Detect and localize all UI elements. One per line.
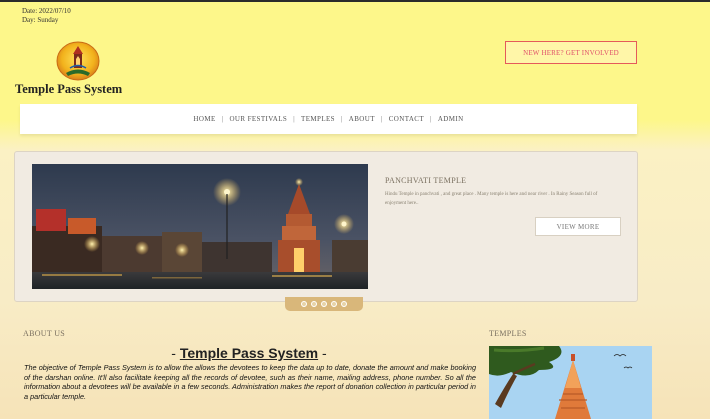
site-title[interactable]: Temple Pass System	[15, 82, 122, 97]
nav-item-contact[interactable]: CONTACT	[383, 115, 430, 123]
nav-item-about[interactable]: ABOUT	[343, 115, 381, 123]
slide-dot-4[interactable]	[331, 301, 337, 307]
top-border	[0, 0, 710, 2]
about-description: The objective of Temple Pass System is t…	[24, 363, 476, 402]
slide-dot-3[interactable]	[321, 301, 327, 307]
temple-thumbnail[interactable]	[489, 346, 652, 419]
slide-dot-1[interactable]	[301, 301, 307, 307]
about-title: - Temple Pass System -	[22, 345, 476, 361]
slider-pagination	[285, 297, 363, 311]
nav-item-temples[interactable]: TEMPLES	[295, 115, 341, 123]
slide-dot-5[interactable]	[341, 301, 347, 307]
date-info: Date: 2022/07/10 Day: Sunday	[22, 7, 71, 25]
slide-dot-2[interactable]	[311, 301, 317, 307]
slide-description: Hindu Temple in panchvati , and great pl…	[385, 192, 598, 206]
get-involved-button[interactable]: NEW HERE? GET INVOLVED	[505, 41, 637, 64]
nav-item-home[interactable]: HOME	[187, 115, 221, 123]
day-line: Day: Sunday	[22, 16, 59, 24]
main-nav: HOME | OUR FESTIVALS | TEMPLES | ABOUT |…	[20, 104, 637, 134]
temples-heading: TEMPLES	[489, 329, 527, 338]
title-dash-left: -	[171, 345, 180, 361]
about-heading: ABOUT US	[23, 329, 66, 338]
slide-image[interactable]	[32, 164, 368, 289]
date-line: Date: 2022/07/10	[22, 7, 71, 15]
temple-logo-icon[interactable]	[53, 41, 103, 81]
nav-item-festivals[interactable]: OUR FESTIVALS	[223, 115, 293, 123]
featured-slider: PANCHVATI TEMPLE Hindu Temple in panchva…	[14, 151, 638, 302]
view-more-button[interactable]: VIEW MORE	[535, 217, 621, 236]
nav-item-admin[interactable]: ADMIN	[432, 115, 470, 123]
about-title-text: Temple Pass System	[179, 345, 319, 361]
title-dash-right: -	[318, 345, 327, 361]
slide-title: PANCHVATI TEMPLE	[385, 176, 467, 185]
